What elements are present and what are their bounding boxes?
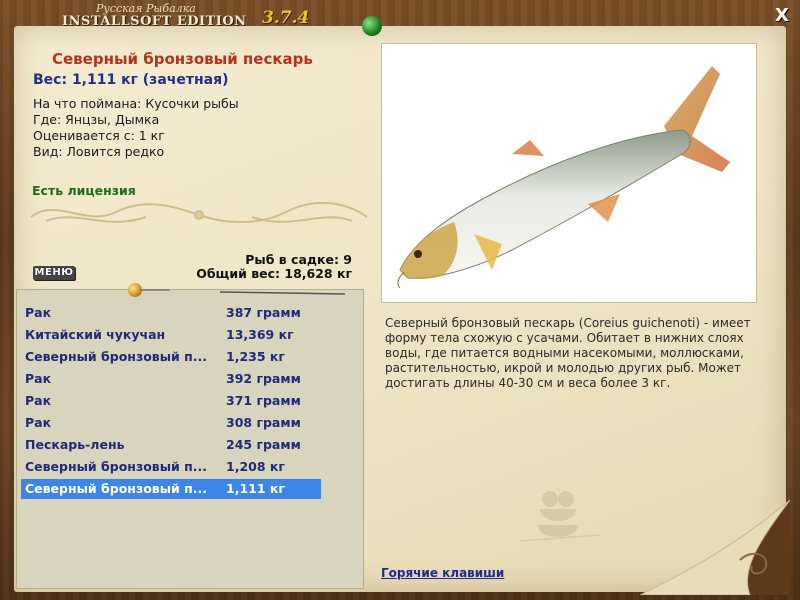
ornament-divider bbox=[30, 201, 368, 224]
catch-weight: 13,369 кг bbox=[226, 327, 294, 342]
fish-title: Северный бронзовый пескарь bbox=[52, 50, 313, 68]
catch-weight: 1,111 кг bbox=[226, 481, 285, 496]
fish-image bbox=[381, 43, 757, 303]
catch-row[interactable]: Рак 387 грамм bbox=[21, 303, 321, 323]
catch-name: Рак bbox=[25, 415, 52, 430]
catch-row[interactable]: Рак 308 грамм bbox=[21, 413, 321, 433]
fish-location: Где: Янцзы, Дымка bbox=[33, 112, 160, 127]
catch-weight: 1,208 кг bbox=[226, 459, 285, 474]
catch-list[interactable]: Рак 387 грамм Китайский чукучан 13,369 к… bbox=[16, 289, 364, 589]
catch-name: Северный бронзовый п... bbox=[25, 349, 207, 364]
catch-row[interactable]: Северный бронзовый п... 1,208 кг bbox=[21, 457, 321, 477]
catch-name: Китайский чукучан bbox=[25, 327, 166, 342]
catch-row[interactable]: Пескарь-лень 245 грамм bbox=[21, 435, 321, 455]
fish-rarity: Вид: Ловится редко bbox=[33, 144, 165, 159]
logo-version: 3.7.4 bbox=[262, 8, 310, 28]
needle-icon bbox=[140, 289, 346, 295]
fish-description: Северный бронзовый пескарь (Coreius guic… bbox=[385, 316, 751, 390]
catch-name: Северный бронзовый п... bbox=[25, 459, 207, 474]
keepnet-count: Рыб в садке: 9 bbox=[245, 252, 352, 267]
catch-name: Рак bbox=[25, 305, 52, 320]
fisherman-watermark-icon bbox=[520, 491, 600, 542]
fish-rating: Оценивается с: 1 кг bbox=[33, 128, 165, 143]
catch-weight: 245 грамм bbox=[226, 437, 301, 452]
keepnet-total-weight: Общий вес: 18,628 кг bbox=[196, 266, 352, 281]
catch-weight: 1,235 кг bbox=[226, 349, 285, 364]
catch-weight: 387 грамм bbox=[226, 305, 301, 320]
catch-name: Рак bbox=[25, 371, 52, 386]
catch-row[interactable]: Рак 371 грамм bbox=[21, 391, 321, 411]
catch-row[interactable]: Северный бронзовый п... 1,111 кг bbox=[21, 479, 321, 499]
close-button[interactable]: X bbox=[772, 6, 792, 26]
license-status: Есть лицензия bbox=[32, 183, 136, 198]
catch-weight: 392 грамм bbox=[226, 371, 301, 386]
catch-weight: 371 грамм bbox=[226, 393, 301, 408]
catch-name: Рак bbox=[25, 393, 52, 408]
fish-illustration bbox=[397, 66, 730, 289]
catch-name: Пескарь-лень bbox=[25, 437, 125, 452]
fish-bait: На что поймана: Кусочки рыбы bbox=[33, 96, 239, 111]
catch-weight: 308 грамм bbox=[226, 415, 301, 430]
catch-name: Северный бронзовый п... bbox=[25, 481, 207, 496]
catch-row[interactable]: Северный бронзовый п... 1,235 кг bbox=[21, 347, 321, 367]
menu-button[interactable]: МЕНЮ bbox=[33, 266, 75, 280]
catch-row[interactable]: Китайский чукучан 13,369 кг bbox=[21, 325, 321, 345]
catch-row[interactable]: Рак 392 грамм bbox=[21, 369, 321, 389]
hotkeys-link[interactable]: Горячие клавиши bbox=[381, 566, 504, 580]
fish-weight: Вес: 1,111 кг (зачетная) bbox=[33, 72, 229, 88]
page-curl bbox=[640, 499, 790, 595]
green-pin-icon bbox=[362, 16, 382, 36]
